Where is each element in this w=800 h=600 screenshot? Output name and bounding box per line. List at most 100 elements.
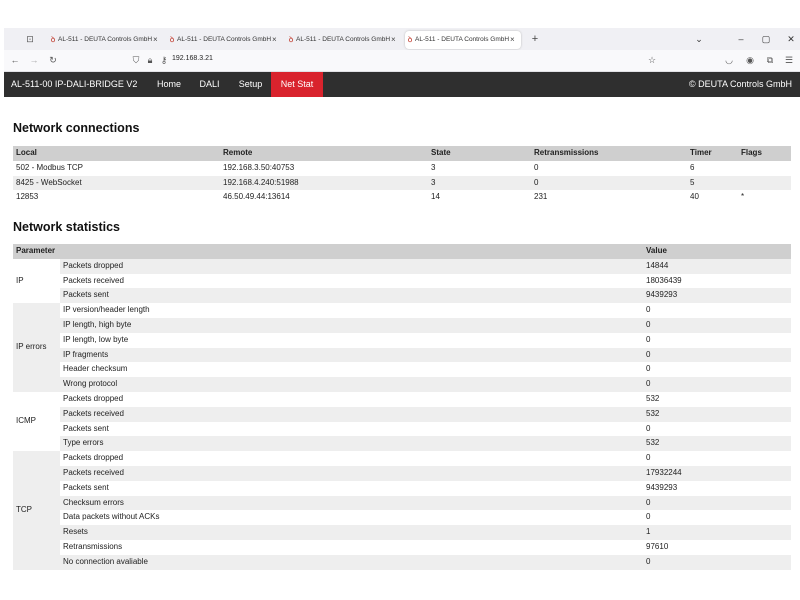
key-icon[interactable]: ⚷ (157, 53, 171, 67)
connection-cell-timer: 40 (687, 190, 738, 206)
favicon-icon: ꝺ (50, 35, 56, 44)
tab-strip: ⊡ ꝺ AL-511 - DEUTA Controls GmbH× ꝺ AL-511 … (4, 28, 800, 50)
nav-bar: ← → ↻ ⛉ 🔒︎ ⚷ 192.168.3.21 ☆ ◡ ◉ ⧉ ☰ (4, 50, 800, 72)
connection-row: 12853 46.50.49.44:13614 14 231 40 * (13, 190, 791, 206)
tab-title: AL-511 - DEUTA Controls GmbH (58, 36, 153, 43)
menu-icon[interactable]: ☰ (782, 53, 796, 67)
statistics-row: TCP Packets dropped 0 (13, 451, 792, 570)
favicon-icon: ꝺ (288, 35, 294, 44)
statistics-row: Packets sent 0 (13, 421, 792, 437)
parameter-value: 0 (643, 362, 792, 378)
parameter-name: Resets (60, 525, 644, 540)
connection-cell-remote: 192.168.3.50:40753 (220, 160, 428, 176)
statistics-table: Parameter Value IP Packets dropped 14844 Pa… (13, 244, 792, 570)
parameter-value: 18036439 (643, 273, 792, 289)
forward-icon[interactable]: → (27, 53, 41, 67)
tab-title: AL-511 - DEUTA Controls GmbH (177, 36, 272, 43)
parameter-name: Packets received (60, 406, 644, 422)
parameter-name: Packets sent (60, 480, 644, 496)
tab-close-icon[interactable]: × (272, 31, 280, 49)
parameter-value: 0 (643, 377, 792, 392)
browser-tab[interactable]: ꝺ AL-511 - DEUTA Controls GmbH× (167, 31, 283, 49)
extensions-icon[interactable]: ⧉ (763, 53, 777, 67)
statistics-row: Checksum errors 0 (13, 495, 792, 511)
new-tab-button[interactable]: + (528, 31, 542, 47)
parameter-name: Packets received (60, 273, 644, 289)
parameter-name: Packets dropped (60, 258, 644, 274)
tab-title: AL-511 - DEUTA Controls GmbH (296, 36, 391, 43)
connection-cell-local: 12853 (13, 190, 220, 206)
statistics-row: Header checksum 0 (13, 362, 792, 378)
connection-row: 502 - Modbus TCP 192.168.3.50:40753 3 0 6 (13, 160, 791, 176)
statistics-row: IP length, high byte 0 (13, 317, 792, 333)
menu-setup[interactable]: Setup (232, 72, 269, 97)
statistics-title: Network statistics (13, 220, 120, 234)
web-page: AL-511-00 IP-DALI-BRIDGE V2 Home DALI Se… (4, 72, 800, 574)
tab-close-icon[interactable]: × (153, 31, 161, 49)
connection-cell-state: 3 (428, 160, 531, 176)
connection-cell-remote: 192.168.4.240:51988 (220, 175, 428, 191)
parameter-value: 1 (643, 525, 792, 540)
connections-table: Local Remote State Retransmissions Timer Flag… (13, 146, 791, 206)
tab-close-icon[interactable]: × (510, 31, 518, 49)
parameter-value: 0 (643, 495, 792, 511)
statistics-row: Packets received 17932244 (13, 465, 792, 481)
parameter-value: 9439293 (643, 480, 792, 496)
statistics-row: Packets sent 9439293 (13, 288, 792, 304)
parameter-name: IP length, low byte (60, 332, 644, 348)
parameter-name: Packets dropped (60, 451, 644, 466)
tab-list-icon[interactable]: ⊡ (24, 33, 36, 45)
copyright-text: © DEUTA Controls GmbH (689, 79, 792, 89)
browser-tab[interactable]: ꝺ AL-511 - DEUTA Controls GmbH× (286, 31, 402, 49)
menu-home[interactable]: Home (151, 72, 187, 97)
back-icon[interactable]: ← (8, 53, 22, 67)
statistics-row: IP length, low byte 0 (13, 332, 792, 348)
statistics-row: Type errors 532 (13, 436, 792, 452)
menu-dali[interactable]: DALI (193, 72, 226, 97)
browser-window: ⊡ ꝺ AL-511 - DEUTA Controls GmbH× ꝺ AL-511 … (4, 28, 800, 574)
connection-row: 8425 - WebSocket 192.168.4.240:51988 3 0 5 (13, 175, 791, 191)
chevron-down-icon[interactable]: ⌄ (692, 31, 706, 47)
shield-icon[interactable]: ⛉ (129, 53, 143, 67)
brand-title: AL-511-00 IP-DALI-BRIDGE V2 (11, 79, 138, 89)
parameter-value: 0 (643, 332, 792, 348)
tab-title: AL-511 - DEUTA Controls GmbH (415, 36, 510, 43)
reload-icon[interactable]: ↻ (46, 53, 60, 67)
favicon-icon: ꝺ (169, 35, 175, 44)
parameter-value: 0 (643, 347, 792, 363)
statistics-row: Resets 1 (13, 525, 792, 540)
connection-cell-retransmissions: 0 (531, 160, 687, 176)
lock-icon[interactable]: 🔒︎ (143, 53, 157, 67)
pocket-icon[interactable]: ◡ (722, 53, 736, 67)
connection-cell-retransmissions: 231 (531, 190, 687, 206)
parameter-value: 532 (643, 406, 792, 422)
menu-net-stat[interactable]: Net Stat (271, 72, 323, 97)
connection-cell-local: 502 - Modbus TCP (13, 160, 220, 176)
parameter-name: Data packets without ACKs (60, 510, 644, 526)
account-icon[interactable]: ◉ (743, 53, 757, 67)
parameter-name: Packets sent (60, 421, 644, 437)
parameter-name: Header checksum (60, 362, 644, 378)
connection-cell-flags (738, 160, 791, 176)
minimize-icon[interactable]: – (734, 31, 748, 47)
column-header-timer: Timer (687, 146, 738, 161)
parameter-value: 14844 (643, 258, 792, 274)
column-header-parameter: Parameter (13, 244, 644, 259)
connection-cell-flags: * (738, 190, 791, 206)
statistics-group-label: IP (13, 258, 60, 304)
column-header-value: Value (643, 244, 792, 259)
parameter-name: IP version/header length (60, 303, 644, 318)
browser-tab[interactable]: ꝺ AL-511 - DEUTA Controls GmbH× (405, 31, 521, 49)
parameter-name: Retransmissions (60, 539, 644, 555)
connection-cell-state: 3 (428, 175, 531, 191)
column-header-local: Local (13, 146, 220, 161)
tab-close-icon[interactable]: × (391, 31, 399, 49)
parameter-value: 0 (643, 510, 792, 526)
maximize-icon[interactable]: ▢ (759, 31, 773, 47)
top-menu-bar: AL-511-00 IP-DALI-BRIDGE V2 Home DALI Se… (4, 72, 800, 97)
bookmark-star-icon[interactable]: ☆ (645, 53, 659, 67)
statistics-row: Wrong protocol 0 (13, 377, 792, 392)
window-close-icon[interactable]: ✕ (784, 31, 798, 47)
url-field[interactable]: 192.168.3.21 (172, 55, 213, 62)
browser-tab[interactable]: ꝺ AL-511 - DEUTA Controls GmbH× (48, 31, 164, 49)
